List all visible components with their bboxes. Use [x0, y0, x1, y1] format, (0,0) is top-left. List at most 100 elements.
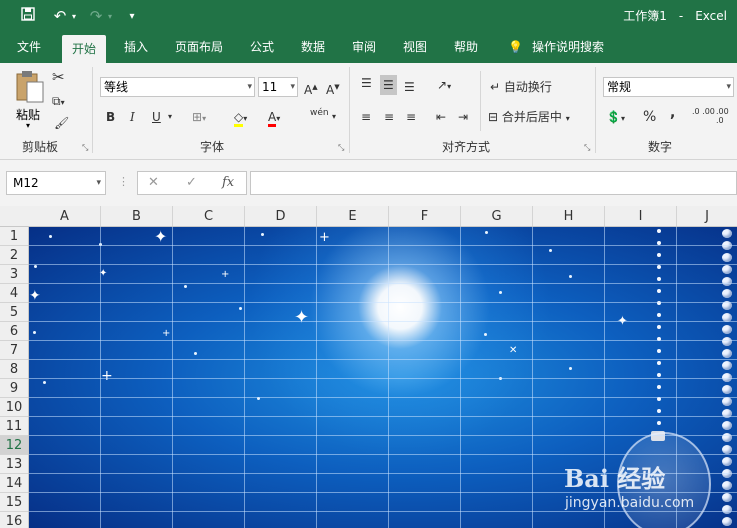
name-box[interactable]: M12 ▾: [6, 171, 106, 195]
underline-dropdown-icon[interactable]: ▾: [168, 107, 172, 127]
alignment-launcher-icon[interactable]: ⤡: [584, 143, 590, 153]
format-painter-icon[interactable]: 🖌: [54, 113, 69, 133]
font-color-button[interactable]: A▾: [268, 107, 280, 129]
row-header[interactable]: 6: [0, 322, 28, 341]
star-dot: [261, 233, 264, 236]
column-header-e[interactable]: E: [317, 206, 389, 226]
redo-dropdown-icon[interactable]: ▾: [108, 12, 112, 21]
number-format-select[interactable]: 常规 ▾: [603, 77, 734, 97]
clipboard-launcher-icon[interactable]: ⤡: [82, 143, 88, 153]
orientation-icon[interactable]: ↗▾: [437, 75, 451, 97]
tell-me-search[interactable]: 操作说明搜索: [532, 32, 604, 63]
paste-button[interactable]: 粘贴 ▾: [10, 69, 50, 131]
column-header-i[interactable]: I: [605, 206, 677, 226]
enter-icon[interactable]: ✓: [186, 172, 197, 194]
star-dot: [485, 231, 488, 234]
align-left-icon[interactable]: ≡: [361, 107, 371, 127]
star-decoration: ✕: [509, 345, 518, 356]
bottom-align-icon[interactable]: ☰: [404, 77, 415, 97]
formula-input[interactable]: [250, 171, 737, 195]
align-center-icon[interactable]: ≡: [384, 107, 394, 127]
tab-help[interactable]: 帮助: [454, 32, 478, 63]
row-header[interactable]: 1: [0, 227, 28, 246]
save-icon[interactable]: [16, 7, 40, 25]
underline-button[interactable]: U: [152, 107, 161, 127]
chevron-down-icon: ▾: [247, 82, 252, 92]
column-header-a[interactable]: A: [29, 206, 101, 226]
font-name-select[interactable]: 等线 ▾: [100, 77, 255, 97]
row-header[interactable]: 9: [0, 379, 28, 398]
font-launcher-icon[interactable]: ⤡: [338, 143, 344, 153]
undo-dropdown-icon[interactable]: ▾: [72, 12, 76, 21]
gridline: [29, 340, 737, 341]
tab-file[interactable]: 文件: [17, 32, 41, 63]
increase-decimal-button[interactable]: .0 .00: [692, 107, 716, 116]
star-dot: [34, 265, 37, 268]
row-header[interactable]: 2: [0, 246, 28, 265]
decrease-indent-icon[interactable]: ⇤: [436, 107, 446, 127]
increase-font-size-icon[interactable]: A▲: [304, 77, 318, 100]
tab-page-layout[interactable]: 页面布局: [175, 32, 223, 63]
cut-icon[interactable]: ✂: [52, 67, 65, 87]
tab-home[interactable]: 开始: [62, 35, 107, 63]
row-header[interactable]: 15: [0, 493, 28, 512]
middle-align-icon[interactable]: ☰: [380, 75, 397, 95]
borders-icon[interactable]: ⊞▾: [192, 107, 206, 129]
row-header[interactable]: 14: [0, 474, 28, 493]
copy-icon[interactable]: ⧉▾: [52, 91, 65, 113]
cancel-icon[interactable]: ✕: [148, 172, 159, 194]
italic-button[interactable]: I: [130, 107, 135, 127]
row-header[interactable]: 8: [0, 360, 28, 379]
comma-style-button[interactable]: ,: [670, 103, 675, 123]
row-header[interactable]: 13: [0, 455, 28, 474]
column-header-b[interactable]: B: [101, 206, 173, 226]
row-header-selected[interactable]: 12: [0, 436, 28, 455]
row-header[interactable]: 5: [0, 303, 28, 322]
worksheet-grid[interactable]: ✦ + ✦ + ✦ ✦ + ✕ ✦ +: [29, 227, 737, 528]
column-header-g[interactable]: G: [461, 206, 533, 226]
percent-style-button[interactable]: %: [643, 107, 656, 127]
bold-button[interactable]: B: [106, 107, 115, 127]
tab-insert[interactable]: 插入: [124, 32, 148, 63]
paste-dropdown-icon[interactable]: ▾: [26, 121, 30, 130]
column-header-f[interactable]: F: [389, 206, 461, 226]
row-header[interactable]: 11: [0, 417, 28, 436]
align-right-icon[interactable]: ≡: [406, 107, 416, 127]
redo-icon[interactable]: ↷: [84, 7, 108, 25]
row-header[interactable]: 10: [0, 398, 28, 417]
tab-view[interactable]: 视图: [403, 32, 427, 63]
bead: [722, 229, 732, 238]
gridline: [29, 264, 737, 265]
top-align-icon[interactable]: ☰: [361, 73, 372, 93]
column-header-h[interactable]: H: [533, 206, 605, 226]
tab-data[interactable]: 数据: [301, 32, 325, 63]
tab-review[interactable]: 审阅: [352, 32, 376, 63]
merge-center-button[interactable]: ⊟ 合并后居中 ▾: [488, 107, 570, 129]
font-size-select[interactable]: 11 ▾: [258, 77, 298, 97]
column-header-j[interactable]: J: [677, 206, 737, 226]
bead: [657, 385, 661, 389]
lightbulb-icon[interactable]: 💡: [508, 32, 523, 63]
row-header[interactable]: 16: [0, 512, 28, 528]
row-headers: 1 2 3 4 5 6 7 8 9 10 11 12 13 14 15 16: [0, 227, 29, 528]
customize-toolbar-icon[interactable]: ▾: [120, 11, 144, 22]
star-dot: [569, 367, 572, 370]
column-header-d[interactable]: D: [245, 206, 317, 226]
increase-indent-icon[interactable]: ⇥: [458, 107, 468, 127]
row-header[interactable]: 7: [0, 341, 28, 360]
gridline: [29, 302, 737, 303]
bead: [657, 229, 661, 233]
row-header[interactable]: 3: [0, 265, 28, 284]
phonetic-dropdown-icon[interactable]: ▾: [332, 107, 336, 127]
undo-icon[interactable]: ↶: [48, 7, 72, 25]
decrease-font-size-icon[interactable]: A▼: [326, 77, 340, 100]
fill-color-icon[interactable]: ◇▾: [234, 107, 247, 129]
accounting-format-icon[interactable]: 💲▾: [606, 107, 625, 129]
phonetic-guide-icon[interactable]: wén: [310, 103, 329, 123]
insert-function-icon[interactable]: fx: [222, 172, 234, 194]
column-header-c[interactable]: C: [173, 206, 245, 226]
wrap-text-button[interactable]: ↵ 自动换行: [490, 77, 552, 97]
row-header[interactable]: 4: [0, 284, 28, 303]
tab-formulas[interactable]: 公式: [250, 32, 274, 63]
decrease-decimal-button[interactable]: .00 .0: [716, 107, 737, 125]
